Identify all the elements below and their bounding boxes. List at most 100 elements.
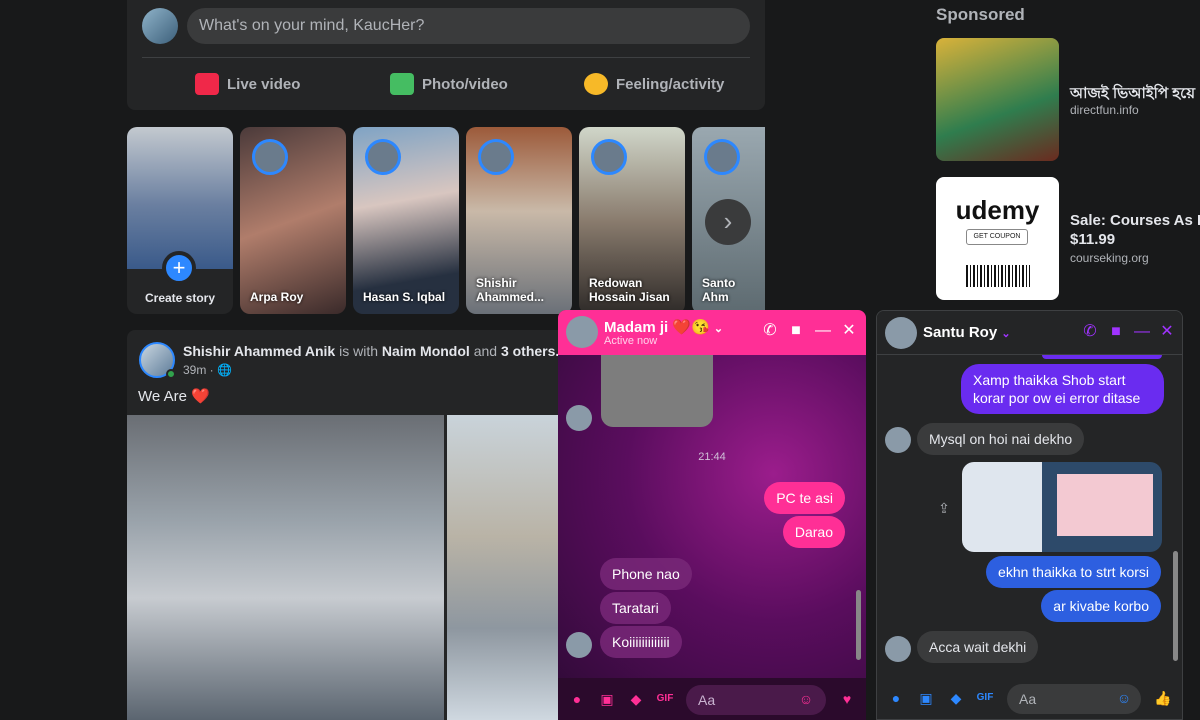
mic-icon[interactable]: ● [887, 689, 905, 707]
phone-icon[interactable]: ✆ [761, 322, 779, 340]
story-name: Arpa Roy [250, 290, 304, 304]
composer-input[interactable]: What's on your mind, KaucHer? [187, 8, 750, 44]
live-video-label: Live video [227, 75, 301, 93]
message-received: Taratari [600, 592, 671, 624]
photo-video-label: Photo/video [422, 75, 508, 93]
thumbs-up-icon[interactable]: 👍 [1154, 689, 1172, 707]
chat-name[interactable]: Madam ji ❤️😘 ⌄ [604, 318, 723, 336]
message-received: Koiiiiiiiiiiiii [600, 626, 682, 658]
gif-icon[interactable]: GIF [976, 689, 994, 707]
message-received: Mysql on hoi nai dekho [917, 423, 1085, 455]
plus-icon[interactable]: + [162, 251, 196, 285]
sender-avatar [885, 427, 911, 453]
video-icon[interactable]: ■ [787, 322, 805, 340]
divider [142, 57, 750, 58]
chat-scrollbar[interactable] [1173, 551, 1178, 661]
post-header: Shishir Ahammed Anik is with Naim Mondol… [183, 343, 559, 359]
emoji-icon[interactable]: ☺ [1115, 689, 1133, 707]
story-card[interactable]: Arpa Roy [240, 127, 346, 314]
ad-image[interactable]: udemy GET COUPON [936, 177, 1059, 300]
others-link[interactable]: 3 others. [501, 343, 559, 359]
story-name: Redowan Hossain Jisan [589, 276, 670, 304]
barcode-icon [966, 265, 1030, 287]
share-icon[interactable]: ⇪ [935, 499, 953, 517]
ad-source: courseking.org [1070, 251, 1149, 265]
minimize-icon[interactable]: — [814, 322, 832, 340]
phone-icon[interactable]: ✆ [1081, 323, 1099, 341]
previous-message [1042, 355, 1162, 359]
sticker-icon[interactable]: ◆ [947, 689, 965, 707]
gif-icon[interactable]: GIF [656, 690, 674, 708]
story-avatar [252, 139, 288, 175]
chat-avatar [885, 317, 917, 349]
chat-avatar [566, 316, 598, 348]
message-sent: Xamp thaikka Shob start korar por ow ei … [961, 364, 1164, 414]
shared-screenshot[interactable] [962, 462, 1162, 552]
with-text: is with [339, 343, 379, 359]
chevron-right-icon[interactable]: › [705, 199, 751, 245]
image-icon[interactable]: ▣ [917, 689, 935, 707]
tagged-name[interactable]: Naim Mondol [382, 343, 470, 359]
user-story-photo [127, 127, 233, 269]
live-video-button[interactable]: Live video [195, 66, 300, 102]
photo-icon [390, 73, 414, 95]
create-story-card[interactable]: + Create story [127, 127, 233, 314]
story-name: Santo Ahm [702, 276, 736, 304]
chat-window-santu-roy: Santu Roy ⌄ ✆ ■ — ✕ Xamp thaikka Shob st… [876, 310, 1183, 720]
user-avatar[interactable] [142, 8, 178, 44]
ad-title[interactable]: Sale: Courses As Low [1070, 212, 1200, 229]
chat-name[interactable]: Santu Roy ⌄ [923, 324, 1011, 341]
story-avatar [591, 139, 627, 175]
chevron-down-icon[interactable]: ⌄ [714, 323, 723, 335]
story-avatar [365, 139, 401, 175]
story-avatar [704, 139, 740, 175]
chat-composer: ● ▣ ◆ GIF Aa ☺ 👍 [877, 677, 1182, 719]
chevron-down-icon[interactable]: ⌄ [1001, 328, 1010, 340]
ad-price: $11.99 [1070, 231, 1116, 248]
image-icon[interactable]: ▣ [598, 690, 616, 708]
message-received: Phone nao [600, 558, 692, 590]
post-photo[interactable] [127, 415, 444, 720]
post-time[interactable]: 39m · 🌐 [183, 363, 232, 377]
mic-icon[interactable]: ● [568, 690, 586, 708]
minimize-icon[interactable]: — [1133, 323, 1151, 341]
sender-avatar [885, 636, 911, 662]
chat-header[interactable]: Santu Roy ⌄ ✆ ■ — ✕ [877, 311, 1182, 355]
chat-scrollbar[interactable] [856, 590, 861, 660]
post-text: We Are ❤️ [138, 388, 210, 405]
ad-source: directfun.info [1070, 103, 1139, 117]
ad-image[interactable] [936, 38, 1059, 161]
message-received: Acca wait dekhi [917, 631, 1039, 663]
video-icon[interactable]: ■ [1107, 323, 1125, 341]
online-indicator [166, 369, 176, 379]
screenshot-content [1057, 474, 1153, 536]
smiley-icon [584, 73, 608, 95]
coupon-label: GET COUPON [966, 229, 1028, 245]
and-text: and [473, 343, 498, 359]
sender-avatar [566, 405, 592, 431]
feeling-activity-button[interactable]: Feeling/activity [584, 66, 724, 102]
story-avatar [478, 139, 514, 175]
heart-icon[interactable]: ♥ [838, 690, 856, 708]
post-composer: What's on your mind, KaucHer? Live video… [127, 0, 765, 110]
sticker-icon[interactable]: ◆ [627, 690, 645, 708]
message-sent: ekhn thaikka to strt korsi [986, 556, 1161, 588]
live-video-icon [195, 73, 219, 95]
photo-video-button[interactable]: Photo/video [390, 66, 508, 102]
shared-image[interactable] [601, 355, 713, 427]
story-card[interactable]: Shishir Ahammed... [466, 127, 572, 314]
time-divider: 21:44 [698, 451, 726, 463]
chat-header[interactable]: Madam ji ❤️😘 ⌄ Active now ✆ ■ — ✕ [558, 310, 866, 355]
chat-name-text: Santu Roy [923, 324, 998, 341]
sponsored-heading: Sponsored [936, 5, 1025, 24]
author-name[interactable]: Shishir Ahammed Anik [183, 343, 335, 359]
story-card[interactable]: Hasan S. Iqbal [353, 127, 459, 314]
story-card[interactable]: Redowan Hossain Jisan [579, 127, 685, 314]
chat-window-madam-ji: Madam ji ❤️😘 ⌄ Active now ✆ ■ — ✕ 21:44 … [558, 310, 866, 720]
create-story-label: Create story [144, 291, 216, 305]
emoji-icon[interactable]: ☺ [797, 690, 815, 708]
close-icon[interactable]: ✕ [840, 322, 858, 340]
active-status: Active now [604, 335, 658, 347]
close-icon[interactable]: ✕ [1158, 323, 1176, 341]
message-sent: Darao [782, 516, 845, 548]
